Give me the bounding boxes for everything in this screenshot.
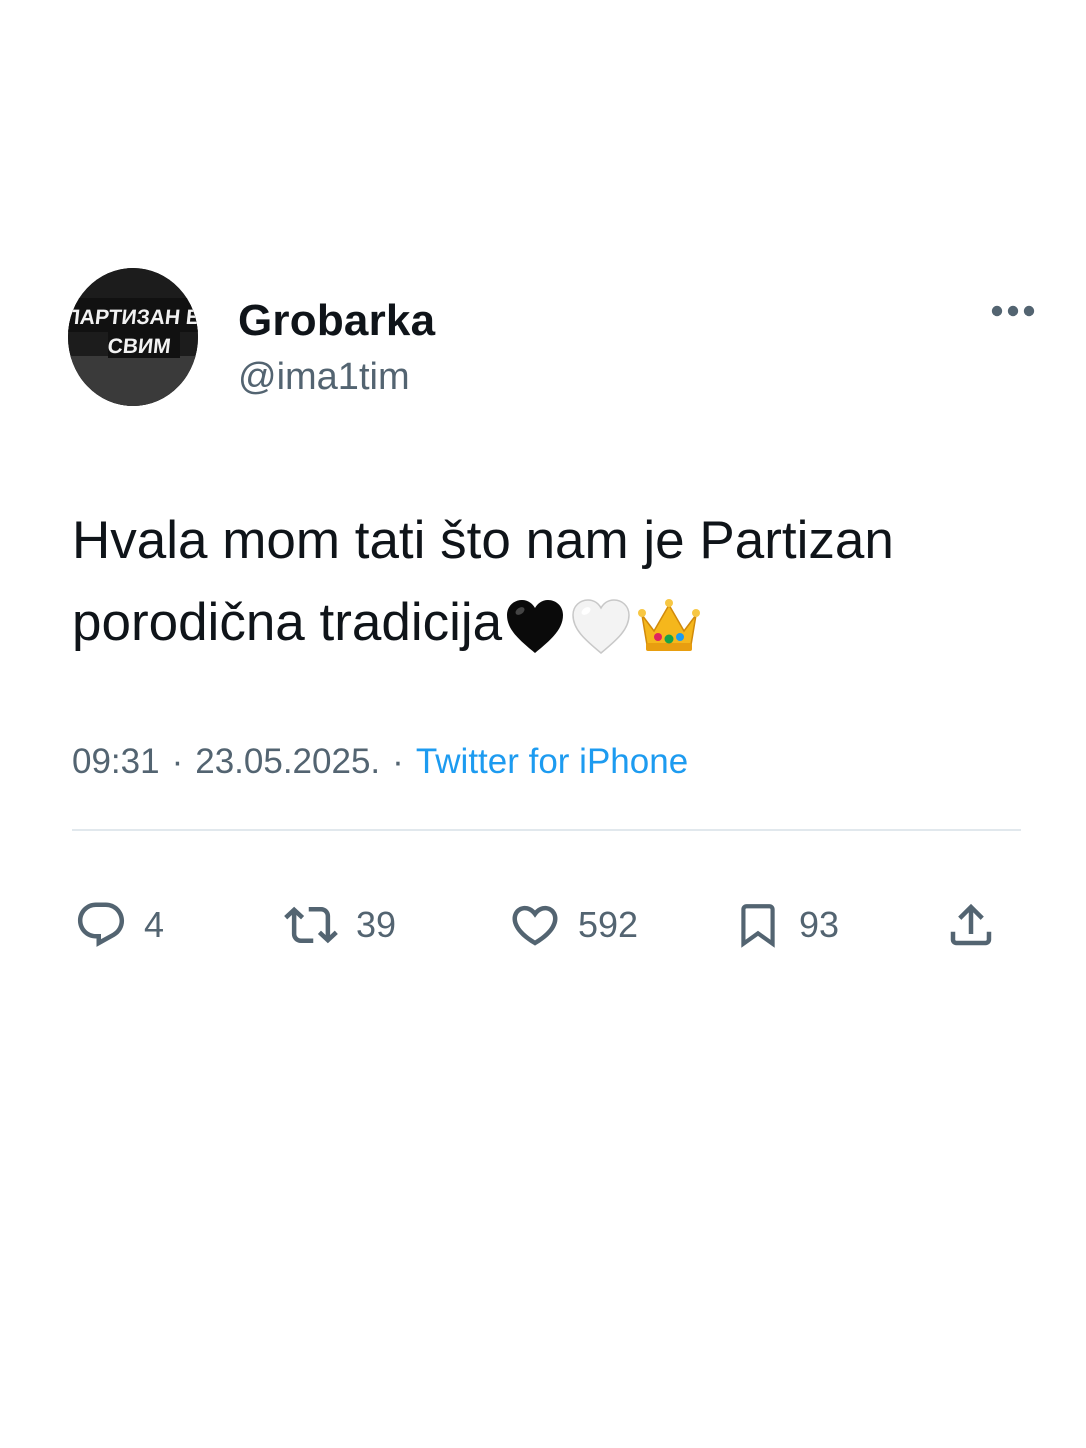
retweet-icon <box>284 906 338 944</box>
meta-separator: · <box>392 742 404 781</box>
tweet-card: ПАРТИЗАН ЕЗА СВИМ Grobarka @ima1tim Hval… <box>0 0 1086 1448</box>
divider <box>72 829 1021 831</box>
avatar-banner-top: ПАРТИЗАН ЕЗА <box>68 306 198 329</box>
avatar[interactable]: ПАРТИЗАН ЕЗА СВИМ <box>68 268 198 406</box>
avatar-banner-bottom: СВИМ <box>107 335 172 358</box>
heart-icon <box>512 905 558 946</box>
retweet-count: 39 <box>356 904 397 945</box>
white-heart-icon <box>572 599 630 654</box>
reply-icon <box>77 902 125 947</box>
retweet-button[interactable]: 39 <box>282 894 396 956</box>
display-name[interactable]: Grobarka <box>238 296 435 346</box>
tweet-text-line-1: Hvala mom tati što nam je Partizan <box>72 511 894 570</box>
bookmark-button[interactable]: 93 <box>733 894 839 956</box>
tweet-time[interactable]: 09:31 <box>72 742 160 781</box>
more-icon <box>991 305 1035 317</box>
tweet-text-line-2: porodična tradicija <box>72 593 503 652</box>
reply-button[interactable]: 4 <box>74 894 164 956</box>
action-bar: 4 39 592 93 <box>0 894 1086 956</box>
reply-count: 4 <box>144 904 165 945</box>
meta-separator: · <box>171 742 184 781</box>
tweet-date[interactable]: 23.05.2025. <box>195 742 380 781</box>
share-button[interactable] <box>944 894 998 956</box>
tweet-meta: 09:31 · 23.05.2025. · Twitter for iPhone <box>72 742 688 782</box>
tweet-text: Hvala mom tati što nam je Partizan porod… <box>72 500 972 667</box>
bookmark-icon <box>741 904 775 948</box>
share-icon <box>950 903 992 946</box>
like-count: 592 <box>578 904 639 945</box>
emoji-group <box>504 585 706 667</box>
bookmark-count: 93 <box>799 904 840 945</box>
crown-icon <box>638 599 701 651</box>
like-button[interactable]: 592 <box>508 894 638 956</box>
user-handle[interactable]: @ima1tim <box>238 356 410 399</box>
tweet-source-link[interactable]: Twitter for iPhone <box>416 742 688 781</box>
black-heart-icon <box>507 600 564 653</box>
more-options-button[interactable] <box>986 294 1040 328</box>
